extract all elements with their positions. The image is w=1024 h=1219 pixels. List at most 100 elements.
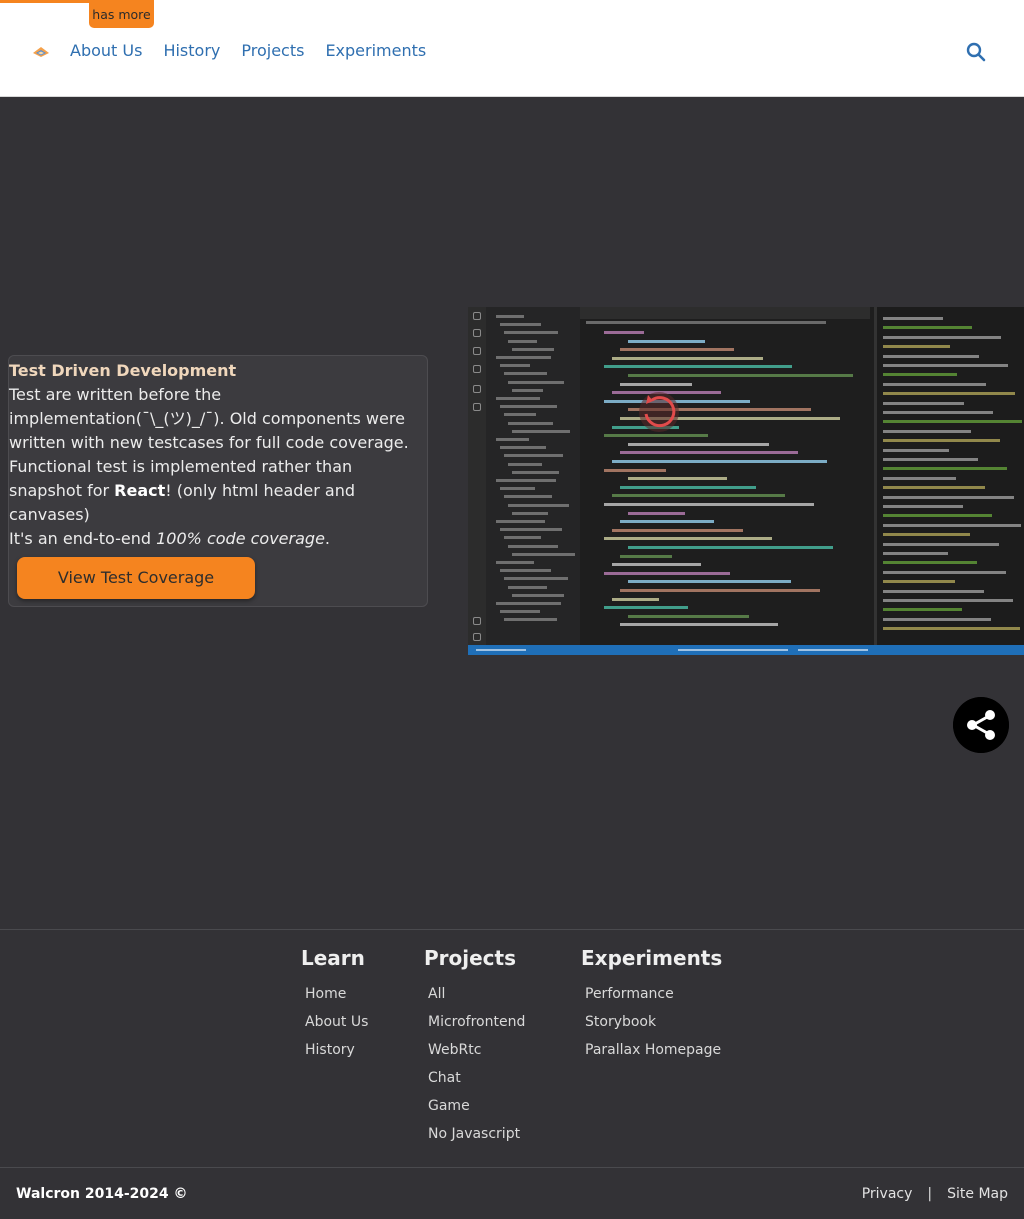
nav-projects[interactable]: Projects: [241, 40, 304, 62]
explorer-line: [512, 429, 570, 433]
explorer-line: [508, 585, 547, 589]
footer-link-home[interactable]: Home: [301, 980, 368, 1008]
code-line: [628, 442, 769, 446]
logo-icon[interactable]: [31, 42, 51, 62]
terminal-line: [883, 345, 950, 349]
nav-about-us[interactable]: About Us: [70, 40, 142, 62]
explorer-line: [500, 528, 562, 532]
explorer-line: [504, 413, 536, 417]
paragraph-3: It's an end-to-end 100% code coverage.: [9, 527, 421, 551]
refresh-icon: [639, 392, 679, 432]
code-line: [612, 460, 827, 463]
terminal-line: [883, 552, 948, 555]
explorer-line: [504, 577, 568, 581]
footer-projects-column: Projects All Microfrontend WebRtc Chat G…: [424, 945, 525, 1148]
editor-status-bar: [468, 645, 1024, 655]
paragraph-1: Test are written before the implementati…: [9, 385, 409, 452]
explorer-line: [496, 520, 545, 523]
explorer-line: [500, 446, 546, 450]
terminal-line: [883, 599, 1013, 602]
terminal-line: [883, 617, 991, 621]
explorer-line: [496, 397, 540, 400]
share-icon[interactable]: [953, 697, 1009, 753]
terminal-line: [883, 364, 1008, 367]
terminal-panel: [874, 307, 1024, 645]
ide-screenshot: [468, 307, 1024, 655]
terminal-line: [883, 420, 1022, 424]
footer-link-parallax-homepage[interactable]: Parallax Homepage: [581, 1036, 722, 1064]
nav-experiments[interactable]: Experiments: [325, 40, 426, 62]
explorer-line: [512, 552, 575, 556]
editor-breadcrumb: [586, 321, 826, 324]
explorer-line: [500, 364, 530, 368]
code-line: [604, 503, 814, 506]
code-line: [620, 589, 820, 592]
explorer-line: [500, 323, 541, 327]
explorer-line: [512, 470, 559, 474]
code-line: [612, 597, 659, 601]
code-line: [604, 331, 644, 334]
code-line: [620, 520, 714, 524]
nav-history[interactable]: History: [163, 40, 220, 62]
footer-link-chat[interactable]: Chat: [424, 1064, 525, 1092]
explorer-line: [500, 610, 540, 614]
explorer-line: [496, 479, 556, 482]
code-line: [628, 477, 727, 481]
explorer-line: [512, 347, 554, 351]
paragraph-2: Functional test is implemented rather th…: [9, 455, 421, 527]
explorer-line: [512, 593, 564, 597]
explorer-line: [508, 462, 542, 466]
terminal-line: [883, 354, 979, 358]
activity-bar: [468, 307, 486, 645]
footer-link-storybook[interactable]: Storybook: [581, 1008, 722, 1036]
section-description: Test are written before the implementati…: [9, 383, 421, 551]
privacy-link[interactable]: Privacy: [862, 1186, 913, 1202]
terminal-line: [883, 523, 1021, 527]
code-line: [620, 554, 672, 558]
explorer-line: [512, 511, 548, 515]
footer-link-microfrontend[interactable]: Microfrontend: [424, 1008, 525, 1036]
code-line: [604, 571, 730, 575]
footer-link-no-javascript[interactable]: No Javascript: [424, 1120, 525, 1148]
footer-link-history[interactable]: History: [301, 1036, 368, 1064]
view-test-coverage-button[interactable]: View Test Coverage: [17, 557, 255, 599]
explorer-line: [496, 356, 551, 359]
explorer-line: [500, 405, 557, 409]
explorer-line: [504, 495, 552, 499]
terminal-line: [883, 476, 956, 480]
explorer-line: [508, 380, 564, 384]
footer-link-performance[interactable]: Performance: [581, 980, 722, 1008]
footer-link-all[interactable]: All: [424, 980, 525, 1008]
explorer-line: [504, 618, 557, 622]
terminal-line: [883, 373, 957, 377]
terminal-line: [883, 580, 955, 584]
explorer-line: [512, 388, 543, 392]
explorer-line: [508, 503, 569, 507]
explorer-line: [500, 487, 535, 491]
site-map-link[interactable]: Site Map: [947, 1186, 1008, 1202]
code-line: [628, 580, 791, 584]
search-icon[interactable]: [965, 41, 987, 63]
footer-link-about-us[interactable]: About Us: [301, 1008, 368, 1036]
footer-learn-column: Learn Home About Us History: [301, 945, 368, 1064]
footer-link-webrtc[interactable]: WebRtc: [424, 1036, 525, 1064]
main-nav: About Us History Projects Experiments: [70, 40, 426, 62]
code-line: [612, 356, 763, 360]
code-editor: [580, 307, 870, 645]
footer-link-game[interactable]: Game: [424, 1092, 525, 1120]
terminal-line: [883, 382, 986, 386]
footer-projects-title: Projects: [424, 946, 517, 970]
explorer-line: [496, 602, 561, 605]
terminal-line: [883, 439, 1000, 443]
code-line: [620, 382, 692, 386]
copyright: Walcron 2014-2024 ©: [16, 1186, 188, 1202]
terminal-line: [883, 429, 971, 433]
scroll-progress-bar: [0, 0, 89, 3]
terminal-line: [883, 514, 992, 518]
terminal-line: [883, 627, 1020, 631]
terminal-line: [883, 448, 949, 452]
explorer-line: [496, 561, 534, 564]
code-line: [628, 374, 853, 377]
explorer-line: [504, 372, 547, 376]
terminal-line: [883, 608, 962, 612]
